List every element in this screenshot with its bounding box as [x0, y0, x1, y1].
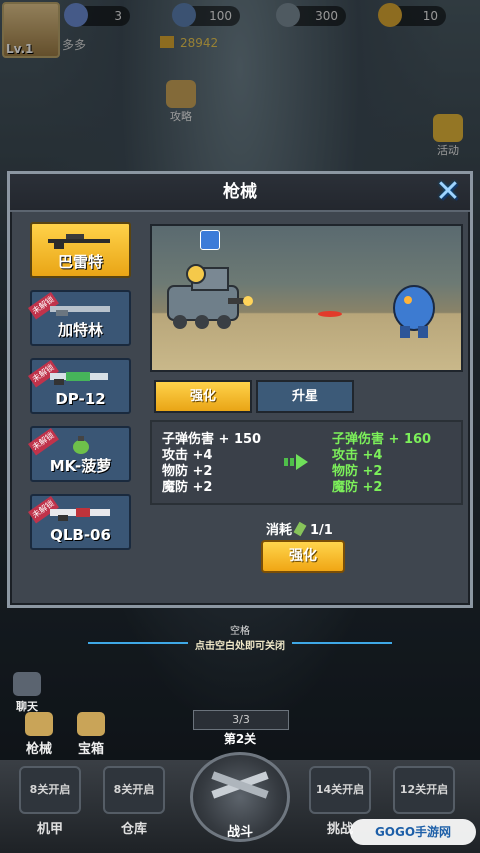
gun-name: DP-12	[55, 390, 106, 408]
chest-label: 宝箱	[77, 742, 104, 757]
nav-warehouse-label: 仓库	[120, 822, 147, 837]
tab-enhance[interactable]: 强化	[154, 380, 252, 413]
stat-physical-def: 物防 +2	[162, 464, 213, 479]
nav-challenge-locked: 14关开启	[309, 766, 371, 814]
nav-extra[interactable]: 12关开启	[392, 766, 456, 826]
close-icon[interactable]: ✕	[432, 177, 464, 207]
nav-mecha-locked: 8关开启	[19, 766, 81, 814]
grenade-icon	[73, 436, 89, 454]
gun-name: QLB-06	[50, 526, 111, 544]
gun-name: 巴雷特	[57, 253, 103, 271]
arrow-right-icon	[284, 454, 308, 470]
nav-mecha[interactable]: 8关开启 机甲	[18, 766, 82, 837]
nav-battle-label: 战斗	[226, 825, 253, 840]
space-hint: 空格	[230, 626, 250, 637]
sniper-rifle-icon	[48, 234, 110, 249]
nav-warehouse-locked: 8关开启	[103, 766, 165, 814]
close-hint: 点击空白处即可关闭	[195, 641, 285, 652]
gun-icon	[25, 712, 53, 736]
weapon-modal: 枪械 ✕ 巴雷特 未解锁 加特林 未解锁 DP-12 未解锁 MK-菠萝 未解锁…	[7, 171, 473, 608]
chest-icon	[77, 712, 105, 736]
stat-magic-def-next: 魔防 +2	[332, 480, 383, 495]
gun-card-mk-pineapple[interactable]: 未解锁 MK-菠萝	[28, 426, 131, 482]
next-stats: 子弹伤害 + 160 攻击 +4 物防 +2 魔防 +2	[332, 432, 431, 496]
crossed-guns-icon	[211, 771, 269, 799]
stat-physical-def-next: 物防 +2	[332, 464, 383, 479]
tab-star-up[interactable]: 升星	[256, 380, 354, 413]
gun-name: 加特林	[57, 321, 103, 339]
stat-bullet-damage-next: 子弹伤害 + 160	[332, 432, 432, 447]
gun-shortcut-label: 枪械	[25, 742, 52, 757]
gun-list: 巴雷特 未解锁 加特林 未解锁 DP-12 未解锁 MK-菠萝 未解锁 QLB-…	[28, 222, 143, 562]
gun-card-gatling[interactable]: 未解锁 加特林	[28, 290, 131, 346]
enhance-button[interactable]: 强化	[261, 540, 345, 573]
stage-progress: 3/3	[193, 710, 289, 730]
modal-title: 枪械	[10, 174, 470, 212]
stat-attack: 攻击 +4	[162, 448, 213, 463]
gatling-icon	[50, 306, 110, 316]
gun-card-barrett[interactable]: 巴雷特	[30, 222, 131, 278]
cost-label: 消耗	[266, 523, 293, 538]
chat-icon	[13, 672, 41, 696]
shotgun-icon	[50, 372, 108, 385]
chest-button[interactable]: 宝箱	[74, 712, 108, 757]
site-watermark: GOGO手游网	[350, 819, 476, 845]
cost-value: 1/1	[310, 523, 333, 538]
gun-card-dp12[interactable]: 未解锁 DP-12	[28, 358, 131, 414]
gun-name: MK-菠萝	[49, 457, 112, 475]
launcher-icon	[50, 508, 110, 521]
edit-icon[interactable]	[200, 230, 220, 250]
nav-warehouse[interactable]: 8关开启 仓库	[102, 766, 166, 837]
cost-row: 消耗 1/1	[266, 519, 333, 538]
nav-battle[interactable]: 战斗	[190, 752, 290, 842]
stat-magic-def: 魔防 +2	[162, 480, 213, 495]
stat-attack-next: 攻击 +4	[332, 448, 383, 463]
stats-panel: 子弹伤害 + 150 攻击 +4 物防 +2 魔防 +2 子弹伤害 + 160 …	[150, 420, 463, 505]
battle-preview-art	[167, 264, 435, 338]
current-stats: 子弹伤害 + 150 攻击 +4 物防 +2 魔防 +2	[162, 432, 261, 496]
chat-button[interactable]: 聊天	[12, 672, 42, 714]
nav-mecha-label: 机甲	[36, 822, 63, 837]
stage-name: 第2关	[223, 732, 257, 746]
stat-bullet-damage: 子弹伤害 + 150	[162, 432, 262, 447]
bullet-icon	[293, 521, 307, 537]
nav-challenge[interactable]: 14关开启 挑战	[308, 766, 372, 837]
gun-shortcut-button[interactable]: 枪械	[22, 712, 56, 757]
gun-card-qlb06[interactable]: 未解锁 QLB-06	[28, 494, 131, 550]
nav-extra-locked: 12关开启	[393, 766, 455, 814]
weapon-preview-scene	[150, 224, 463, 372]
